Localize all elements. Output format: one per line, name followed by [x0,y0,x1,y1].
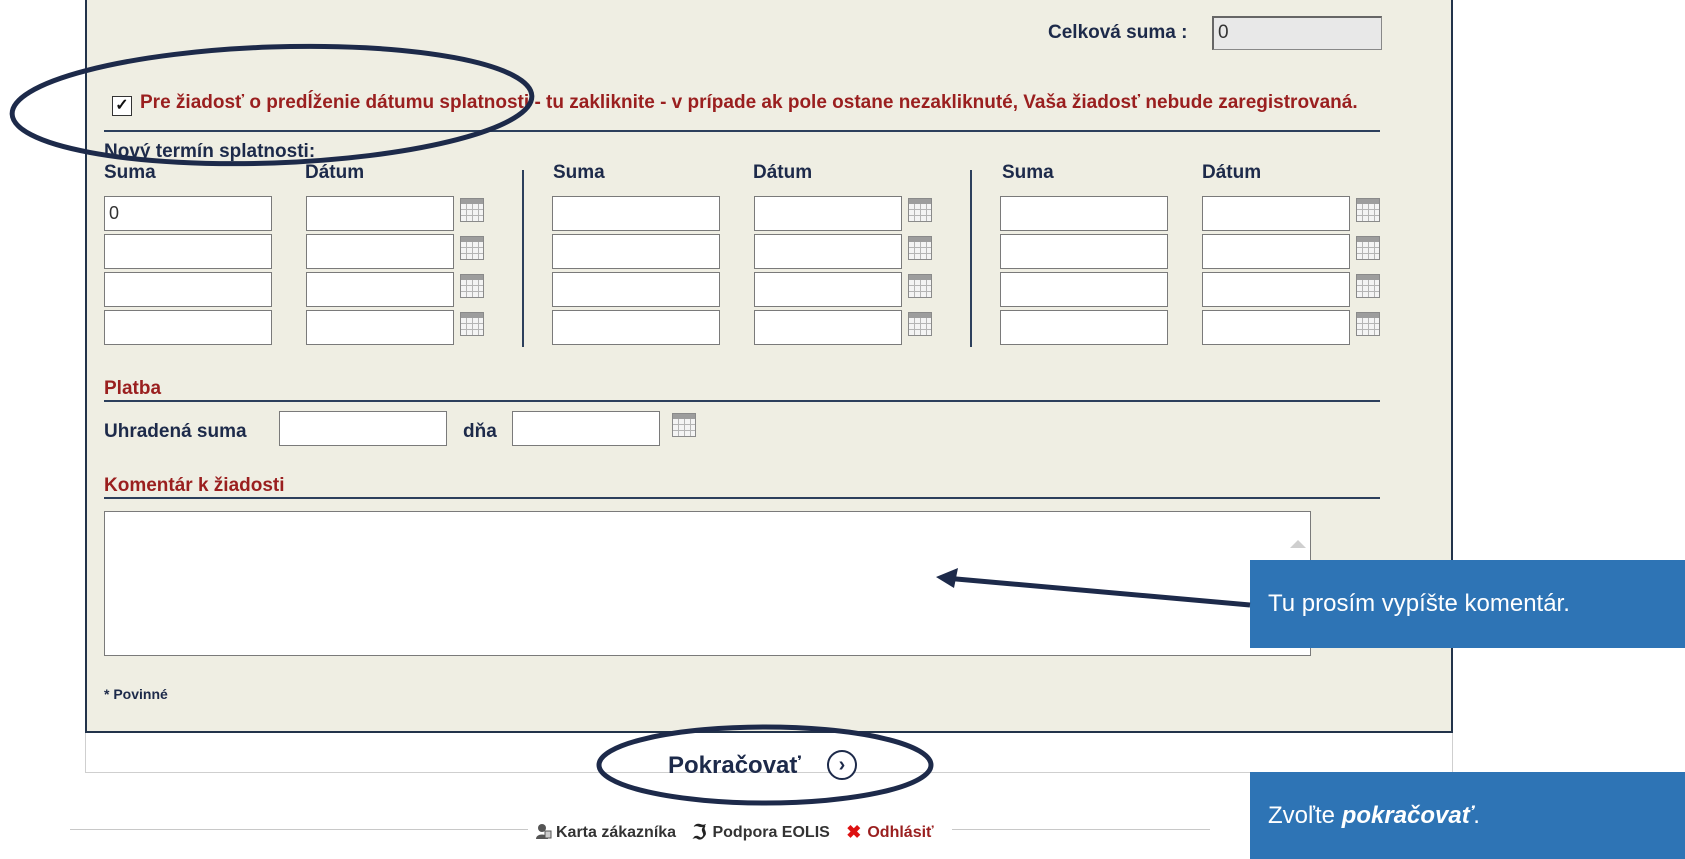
chevron-right-icon[interactable]: › [827,750,857,780]
sum-field[interactable] [104,272,272,307]
calendar-icon[interactable] [908,236,932,260]
paid-amount-label: Uhradená suma [104,421,247,442]
col-date-label: Dátum [305,162,365,183]
close-icon: ✖ [846,822,862,842]
col-sum-label: Suma [104,162,156,183]
customer-card-link[interactable]: Karta zákazníka [534,824,687,841]
continue-button[interactable]: Pokračovať [668,752,801,780]
col-sum-label: Suma [553,162,605,183]
calendar-icon[interactable] [460,312,484,336]
calendar-icon[interactable] [1356,312,1380,336]
person-card-icon [536,824,552,839]
col-date-label: Dátum [1202,162,1262,183]
paid-amount-field[interactable] [279,411,447,446]
callout-emphasis: pokračovať [1341,802,1474,829]
paid-date-label: dňa [463,421,497,442]
calendar-icon[interactable] [672,413,696,437]
sum-field[interactable] [552,234,720,269]
callout-text: . [1473,802,1480,829]
support-label: Podpora EOLIS [712,824,830,841]
paid-date-field[interactable] [512,411,660,446]
divider [104,400,1380,402]
sum-field[interactable] [1000,196,1168,231]
continue-callout: Zvoľte pokračovať. [1250,772,1685,859]
date-field[interactable] [1202,272,1350,307]
date-field[interactable] [1202,234,1350,269]
customer-card-label: Karta zákazníka [556,824,677,841]
column-divider [522,170,524,347]
sum-field[interactable]: 0 [104,196,272,231]
sum-field[interactable] [104,310,272,345]
total-field: 0 [1212,16,1382,50]
agreement-checkbox[interactable]: ✓ [112,96,132,116]
calendar-icon[interactable] [460,198,484,222]
agreement-row: ✓ Pre žiadosť o predĺženie dátumu splatno… [102,91,1392,116]
scroll-up-arrow-icon[interactable] [1290,540,1306,548]
calendar-icon[interactable] [908,274,932,298]
required-note: * Povinné [104,686,168,702]
logout-link[interactable]: ✖ Odhlásiť [846,822,939,842]
comment-callout: Tu prosím vypíšte komentár. [1250,560,1685,648]
payment-heading: Platba [104,378,162,399]
date-field[interactable] [754,272,902,307]
date-field[interactable] [306,196,454,231]
sum-field[interactable] [552,272,720,307]
sum-field[interactable] [1000,234,1168,269]
agreement-text: Pre žiadosť o predĺženie dátumu splatnos… [140,92,1358,113]
sum-field[interactable] [1000,310,1168,345]
footer-links: Karta zákazníka ℑ Podpora EOLIS ✖ Odhlásiť [528,820,952,845]
date-field[interactable] [754,196,902,231]
calendar-icon[interactable] [908,198,932,222]
column-divider [970,170,972,347]
date-field[interactable] [306,272,454,307]
comment-heading: Komentár k žiadosti [104,475,285,496]
total-label: Celková suma : [1048,22,1188,43]
calendar-icon[interactable] [1356,198,1380,222]
date-field[interactable] [754,234,902,269]
calendar-icon[interactable] [460,236,484,260]
new-due-heading: Nový termín splatnosti: [104,141,316,162]
comment-textarea[interactable] [104,511,1311,656]
date-field[interactable] [754,310,902,345]
sum-field[interactable] [552,196,720,231]
sum-field[interactable] [104,234,272,269]
calendar-icon[interactable] [908,312,932,336]
sum-field[interactable] [552,310,720,345]
divider [104,497,1380,499]
col-date-label: Dátum [753,162,813,183]
divider [104,130,1380,132]
date-field[interactable] [306,310,454,345]
callout-text: Zvoľte [1268,802,1342,829]
date-field[interactable] [1202,196,1350,231]
sum-field[interactable] [1000,272,1168,307]
calendar-icon[interactable] [1356,274,1380,298]
logout-label: Odhlásiť [867,824,934,841]
date-field[interactable] [1202,310,1350,345]
col-sum-label: Suma [1002,162,1054,183]
support-link[interactable]: ℑ Podpora EOLIS [693,822,841,844]
calendar-icon[interactable] [1356,236,1380,260]
ear-icon: ℑ [692,822,707,844]
calendar-icon[interactable] [460,274,484,298]
date-field[interactable] [306,234,454,269]
